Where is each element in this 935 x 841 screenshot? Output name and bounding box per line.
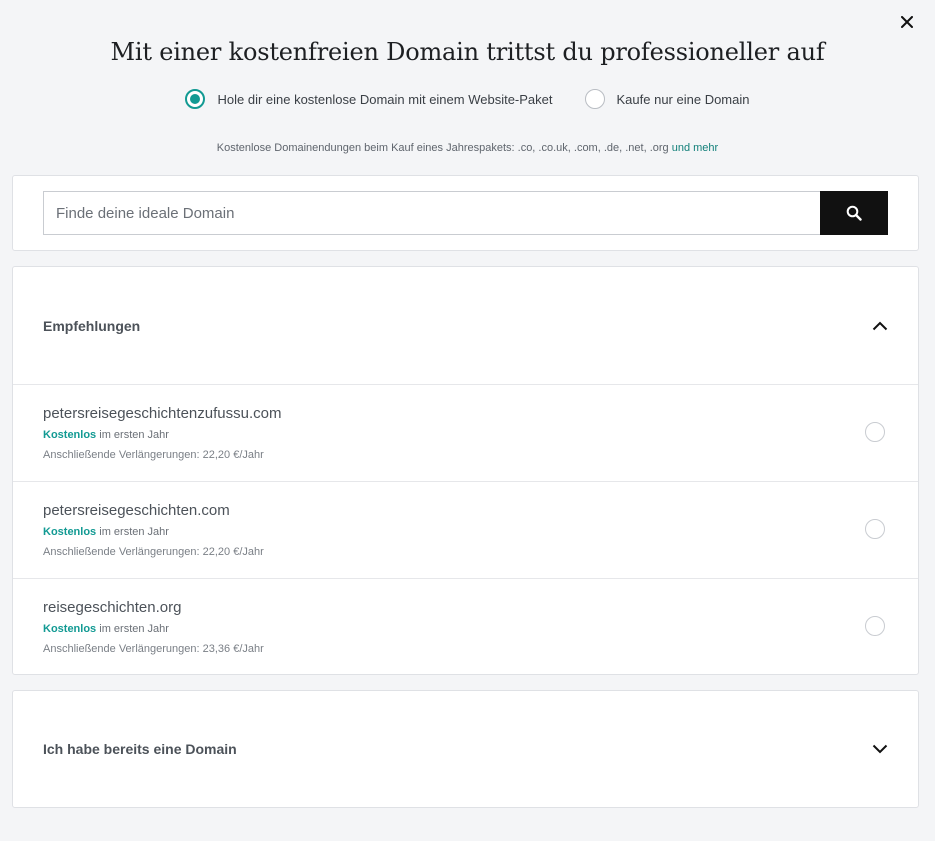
domain-select-radio[interactable] (865, 519, 885, 539)
domain-select-radio[interactable] (865, 422, 885, 442)
free-label: Kostenlos (43, 429, 97, 441)
purchase-options: Hole dir eine kostenlose Domain mit eine… (0, 89, 935, 109)
search-button[interactable] (820, 191, 888, 235)
recommendations-title: Empfehlungen (43, 317, 141, 334)
option-domain-only[interactable]: Kaufe nur eine Domain (584, 89, 750, 109)
free-extensions-text: Kostenlose Domainendungen beim Kauf eine… (216, 142, 669, 154)
more-extensions-link[interactable]: und mehr (672, 142, 718, 154)
page-title: Mit einer kostenfreien Domain trittst du… (110, 38, 825, 66)
free-suffix: im ersten Jahr (99, 429, 169, 441)
free-suffix: im ersten Jahr (99, 526, 169, 538)
free-first-year: Kostenlos im ersten Jahr (43, 623, 888, 635)
free-suffix: im ersten Jahr (99, 623, 169, 635)
option-free-domain-radio[interactable] (185, 89, 206, 109)
renewal-price: Anschließende Verlängerungen: 22,20 €/Ja… (43, 546, 264, 558)
domain-suggestion-row[interactable]: petersreisegeschichtenzufussu.com Kosten… (13, 384, 918, 481)
radio-selected-dot (190, 94, 201, 104)
domain-suggestion-row[interactable]: reisegeschichten.org Kostenlos im ersten… (13, 578, 918, 675)
search-icon (846, 205, 862, 221)
option-domain-only-label: Kaufe nur eine Domain (616, 91, 750, 107)
chevron-down-icon[interactable] (872, 744, 888, 754)
domain-name: reisegeschichten.org (43, 599, 182, 616)
option-free-domain-label: Hole dir eine kostenlose Domain mit eine… (217, 91, 553, 107)
close-button[interactable] (897, 12, 917, 32)
domain-select-radio[interactable] (865, 616, 885, 636)
renewal-price: Anschließende Verlängerungen: 23,36 €/Ja… (43, 643, 264, 655)
free-extensions-note: Kostenlose Domainendungen beim Kauf eine… (0, 142, 935, 154)
recommendations-header[interactable]: Empfehlungen (13, 267, 918, 384)
domain-search-card (12, 175, 919, 251)
free-label: Kostenlos (43, 526, 97, 538)
domain-name: petersreisegeschichtenzufussu.com (43, 405, 282, 422)
own-domain-panel: Ich habe bereits eine Domain (12, 690, 919, 808)
free-first-year: Kostenlos im ersten Jahr (43, 429, 888, 441)
domain-search-input[interactable] (43, 191, 821, 235)
close-icon (901, 16, 913, 28)
own-domain-title: Ich habe bereits eine Domain (43, 741, 237, 757)
free-first-year: Kostenlos im ersten Jahr (43, 526, 888, 538)
domain-name: petersreisegeschichten.com (43, 502, 230, 519)
recommendations-panel: Empfehlungen petersreisegeschichtenzufus… (12, 266, 919, 675)
domain-suggestion-row[interactable]: petersreisegeschichten.com Kostenlos im … (13, 481, 918, 578)
free-label: Kostenlos (43, 623, 97, 635)
option-free-domain-with-package[interactable]: Hole dir eine kostenlose Domain mit eine… (185, 89, 553, 109)
chevron-up-icon[interactable] (872, 321, 888, 331)
renewal-price: Anschließende Verlängerungen: 22,20 €/Ja… (43, 449, 264, 461)
option-domain-only-radio[interactable] (584, 89, 605, 109)
own-domain-header[interactable]: Ich habe bereits eine Domain (13, 691, 918, 807)
